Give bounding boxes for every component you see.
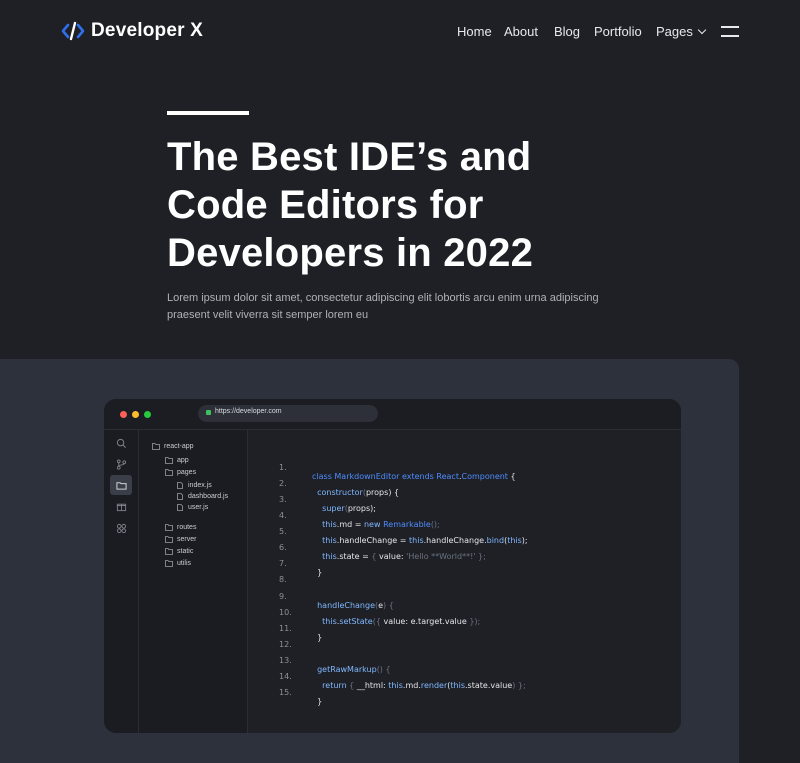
top-navigation: Developer X Home About Blog Portfolio Pa…: [0, 0, 800, 64]
git-branch-icon[interactable]: [110, 454, 132, 474]
nav-blog-link[interactable]: Blog: [554, 24, 580, 39]
code-area[interactable]: 1. class MarkdownEditor extends React.Co…: [248, 430, 681, 733]
folder-icon: [165, 468, 173, 476]
code-line: 4. this.md = new Remarkable();: [279, 511, 440, 529]
file-tree: react-app app pages index.js dashboard.j…: [139, 430, 248, 733]
nav-about-link[interactable]: About: [504, 24, 538, 39]
nav-menu: Home About Blog Portfolio Pages: [0, 24, 800, 42]
code-line: 1. class MarkdownEditor extends React.Co…: [279, 463, 516, 481]
extensions-icon[interactable]: [110, 496, 132, 516]
search-icon[interactable]: [110, 433, 132, 453]
code-line: 15. }: [279, 688, 323, 706]
tree-folder-react-app[interactable]: react-app: [152, 441, 194, 451]
code-line: 9. handleChange(e) {: [279, 592, 394, 610]
file-icon: [177, 503, 183, 511]
tree-folder-routes[interactable]: routes: [165, 522, 196, 532]
code-line: 2. constructor(props) {: [279, 479, 400, 497]
folder-icon: [165, 523, 173, 531]
folder-icon: [165, 547, 173, 555]
code-line: 13. getRawMarkup() {: [279, 656, 391, 674]
tree-folder-static[interactable]: static: [165, 546, 193, 556]
lock-icon: [206, 410, 211, 415]
folder-icon: [165, 456, 173, 464]
grid-icon[interactable]: [110, 518, 132, 538]
code-line: 12.: [279, 640, 292, 649]
tree-folder-pages[interactable]: pages: [165, 467, 196, 477]
hero-title: The Best IDE’s and Code Editors for Deve…: [167, 135, 534, 275]
nav-pages-dropdown[interactable]: Pages: [656, 24, 707, 39]
code-line: 7. }: [279, 559, 323, 577]
code-line: 5. this.handleChange = this.handleChange…: [279, 527, 528, 545]
tree-folder-server[interactable]: server: [165, 534, 196, 544]
code-line: 3. super(props);: [279, 495, 376, 513]
folder-icon: [165, 559, 173, 567]
url-bar[interactable]: https://developer.com: [198, 405, 378, 422]
nav-home-link[interactable]: Home: [457, 24, 492, 39]
code-line: 11. }: [279, 624, 323, 642]
code-line: 6. this.state = { value: 'Hello **World*…: [279, 543, 486, 561]
tree-folder-app[interactable]: app: [165, 455, 189, 465]
tree-file-dashboard[interactable]: dashboard.js: [176, 491, 228, 501]
nav-pages-label: Pages: [656, 24, 693, 39]
code-editor-window: https://developer.com react-app app page…: [104, 399, 681, 733]
minimize-dot[interactable]: [132, 411, 139, 418]
code-line: 8.: [279, 575, 287, 584]
tree-file-user[interactable]: user.js: [176, 502, 208, 512]
nav-portfolio-link[interactable]: Portfolio: [594, 24, 642, 39]
hero-description: Lorem ipsum dolor sit amet, consectetur …: [167, 292, 599, 321]
close-dot[interactable]: [120, 411, 127, 418]
folder-icon: [152, 442, 160, 450]
hero-accent-bar: [167, 111, 249, 115]
file-icon: [177, 481, 183, 489]
hamburger-icon[interactable]: [721, 26, 739, 37]
window-titlebar: https://developer.com: [104, 399, 681, 430]
folder-icon: [165, 535, 173, 543]
folder-icon[interactable]: [110, 475, 132, 495]
url-text: https://developer.com: [215, 408, 282, 415]
activity-bar: [104, 430, 139, 733]
tree-folder-utilis[interactable]: utilis: [165, 558, 191, 568]
file-icon: [177, 492, 183, 500]
maximize-dot[interactable]: [144, 411, 151, 418]
code-line: 10. this.setState({ value: e.target.valu…: [279, 608, 481, 626]
code-line: 14. return { __html: this.md.render(this…: [279, 672, 526, 690]
chevron-down-icon: [697, 25, 707, 35]
tree-file-index[interactable]: index.js: [176, 480, 212, 490]
